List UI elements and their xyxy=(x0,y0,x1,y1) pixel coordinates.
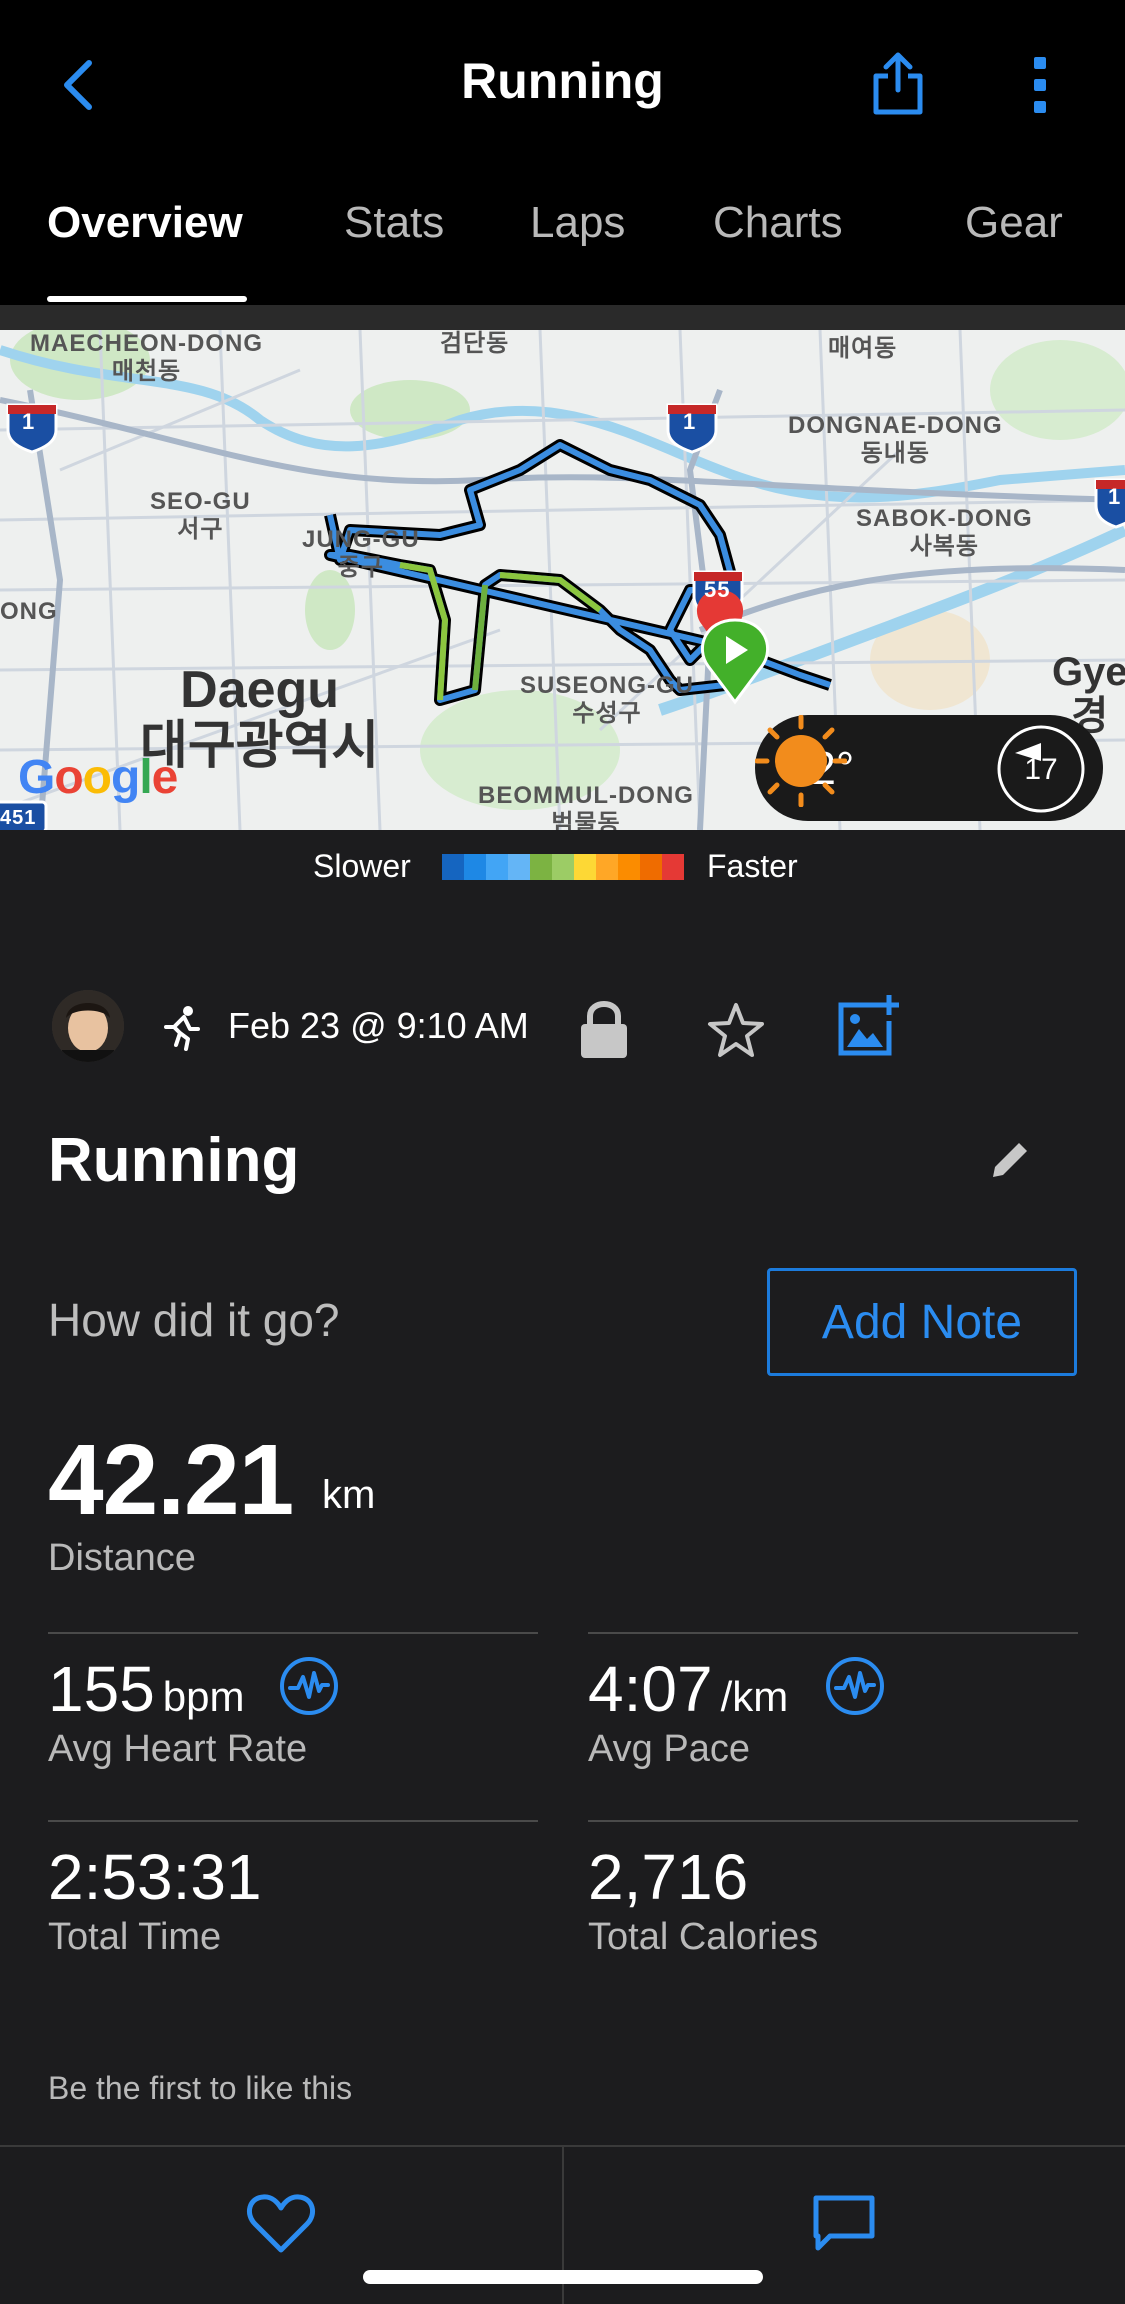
avg-pace-label: Avg Pace xyxy=(588,1728,750,1770)
highway-shield-55: 55 xyxy=(704,577,731,602)
activity-date: Feb 23 @ 9:10 AM xyxy=(228,1005,529,1046)
stat-divider xyxy=(588,1632,1078,1634)
total-calories-value: 2,716 xyxy=(588,1841,749,1913)
legend-color-swatch xyxy=(508,854,530,880)
legend-color-swatch xyxy=(486,854,508,880)
highway-shield-1: 1 xyxy=(683,409,697,434)
lock-icon xyxy=(581,1001,627,1058)
heart-rate-graph-icon[interactable] xyxy=(278,1655,340,1717)
avatar[interactable] xyxy=(52,990,124,1062)
avg-heart-rate-value: 155 bpm xyxy=(48,1653,245,1725)
map-label-maeyeo: 매여동 xyxy=(828,335,898,362)
map-label-ong: ONG xyxy=(0,598,58,625)
page-title: Running xyxy=(461,53,664,109)
map-label-sabok: SABOK-DONG 사복동 xyxy=(856,505,1033,560)
comment-button[interactable] xyxy=(808,2192,880,2256)
activity-overview: Feb 23 @ 9:10 AM Running How did it go? … xyxy=(0,905,1125,2145)
pencil-icon xyxy=(993,1143,1027,1177)
privacy-button[interactable] xyxy=(578,998,630,1060)
more-vertical-icon xyxy=(1034,57,1046,113)
total-time-value: 2:53:31 xyxy=(48,1841,262,1913)
map-label-suseong: SUSEONG-GU 수성구 xyxy=(520,672,695,727)
tab-stats[interactable]: Stats xyxy=(344,198,444,248)
legend-slower-label: Slower xyxy=(313,848,411,884)
legend-color-swatch xyxy=(596,854,618,880)
highway-shield-1: 1 xyxy=(1108,484,1122,509)
heart-icon xyxy=(246,2194,316,2253)
avg-pace-value: 4:07/km xyxy=(588,1653,789,1725)
comment-icon xyxy=(813,2195,875,2251)
like-button[interactable] xyxy=(245,2192,317,2256)
legend-color-swatch xyxy=(442,854,464,880)
route-map[interactable]: MAECHEON-DONG 매천동 검단동 매여동 DONGNAE-DONG 동… xyxy=(0,330,1125,830)
stat-divider xyxy=(48,1820,538,1822)
share-icon xyxy=(873,52,923,115)
star-icon xyxy=(708,1003,764,1057)
likes-text: Be the first to like this xyxy=(48,2070,353,2106)
tab-charts[interactable]: Charts xyxy=(713,198,843,248)
highway-shield-451: 451 xyxy=(0,807,37,829)
map-label-dongnae: DONGNAE-DONG 동내동 xyxy=(788,412,1003,467)
weather-badge: -2° 17 xyxy=(755,715,1103,821)
speed-legend: Slower Faster xyxy=(0,830,1125,905)
note-prompt: How did it go? xyxy=(48,1294,340,1346)
favorite-button[interactable] xyxy=(705,1000,767,1062)
running-icon xyxy=(164,1006,200,1051)
home-indicator xyxy=(363,2270,763,2284)
map-label-seogu: SEO-GU 서구 xyxy=(150,488,251,543)
wind-speed: 17 xyxy=(1024,753,1058,786)
add-note-button[interactable]: Add Note xyxy=(767,1268,1077,1376)
stat-divider xyxy=(588,1820,1078,1822)
user-avatar-image xyxy=(52,990,124,1062)
avg-heart-rate-label: Avg Heart Rate xyxy=(48,1728,308,1770)
add-photo-button[interactable] xyxy=(835,993,901,1059)
add-photo-icon xyxy=(838,995,899,1056)
legend-color-swatch xyxy=(530,854,552,880)
wind-indicator: 17 xyxy=(995,723,1087,815)
tabs-divider xyxy=(0,305,1125,330)
pace-graph-icon[interactable] xyxy=(824,1655,886,1717)
legend-color-swatch xyxy=(618,854,640,880)
legend-faster-label: Faster xyxy=(707,848,798,884)
legend-color-swatch xyxy=(640,854,662,880)
distance-label: Distance xyxy=(48,1537,196,1579)
distance-unit: km xyxy=(322,1473,376,1517)
tab-gear[interactable]: Gear xyxy=(965,198,1063,248)
map-label-maecheon: MAECHEON-DONG 매천동 xyxy=(30,330,263,385)
more-options-button[interactable] xyxy=(1025,55,1055,115)
highway-shield-1: 1 xyxy=(22,409,36,434)
legend-color-swatch xyxy=(464,854,486,880)
legend-color-scale xyxy=(442,854,684,880)
active-tab-indicator xyxy=(47,296,247,302)
share-button[interactable] xyxy=(868,50,928,116)
total-time-label: Total Time xyxy=(48,1916,222,1958)
tab-overview[interactable]: Overview xyxy=(47,198,243,248)
sun-icon xyxy=(755,715,847,807)
app-header: Running xyxy=(0,0,1125,170)
tab-laps[interactable]: Laps xyxy=(530,198,625,248)
activity-name: Running xyxy=(48,1126,300,1195)
total-calories-label: Total Calories xyxy=(588,1916,819,1958)
map-label-geomdan: 검단동 xyxy=(440,330,510,357)
tab-bar: Overview Stats Laps Charts Gear xyxy=(0,170,1125,305)
google-logo: Google xyxy=(18,751,178,804)
edit-name-button[interactable] xyxy=(985,1135,1035,1185)
legend-color-swatch xyxy=(574,854,596,880)
map-label-beommul: BEOMMUL-DONG 범물동 xyxy=(478,782,694,830)
legend-color-swatch xyxy=(552,854,574,880)
stat-divider xyxy=(48,1632,538,1634)
legend-color-swatch xyxy=(662,854,684,880)
map-label-junggu: JUNG-GU 중구 xyxy=(302,526,420,581)
distance-value: 42.21 xyxy=(48,1424,294,1536)
